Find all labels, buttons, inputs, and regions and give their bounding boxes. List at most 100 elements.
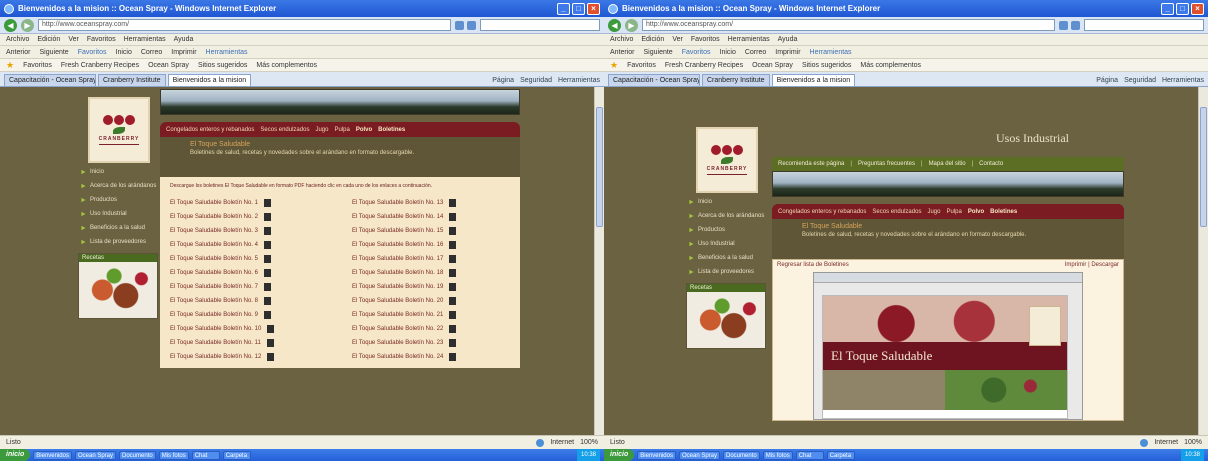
page-menu[interactable]: Página [1096, 77, 1118, 84]
recipes-box[interactable]: Recetas [686, 283, 766, 349]
tools-menu[interactable]: Herramientas [558, 77, 600, 84]
bulletin-link[interactable]: El Toque Saludable Boletín No. 12 [170, 350, 328, 364]
forward-button[interactable]: ▶ [625, 18, 638, 32]
fav-item[interactable]: Fresh Cranberry Recipes [665, 62, 743, 69]
toolbar-forward[interactable]: Siguiente [40, 49, 69, 56]
system-tray-clock[interactable]: 10:38 [576, 449, 600, 461]
taskbar-item[interactable]: Documento [723, 450, 760, 460]
pdf-icon[interactable] [263, 213, 271, 221]
sidebar-item-industrial[interactable]: ► Uso Industrial [686, 241, 768, 248]
toolbar-tools[interactable]: Herramientas [206, 49, 248, 56]
menu-pulp[interactable]: Pulpa [946, 209, 961, 215]
nav-contact[interactable]: Contacto [979, 161, 1003, 167]
scrollbar-thumb[interactable] [1200, 107, 1207, 227]
page-menu[interactable]: Página [492, 77, 514, 84]
taskbar-item[interactable]: Mis fotos [762, 450, 793, 460]
taskbar-item[interactable]: Mis fotos [158, 450, 189, 460]
nav-recommend[interactable]: Recomienda este página [778, 161, 844, 167]
fav-item[interactable]: Ocean Spray [752, 62, 793, 69]
sidebar-item-products[interactable]: ► Productos [686, 227, 768, 234]
menu-favorites[interactable]: Favoritos [87, 36, 116, 43]
site-logo[interactable]: CRANBERRY [696, 127, 758, 193]
toolbar-home[interactable]: Inicio [116, 49, 132, 56]
zoom-level[interactable]: 100% [580, 439, 598, 446]
site-logo[interactable]: CRANBERRY [88, 97, 150, 163]
tab-active[interactable]: Bienvenidos a la mision [771, 74, 856, 86]
menu-bulletins[interactable]: Boletines [990, 209, 1017, 215]
menu-help[interactable]: Ayuda [778, 36, 798, 43]
pdf-icon[interactable] [449, 199, 457, 207]
menu-bulletins[interactable]: Boletines [378, 127, 405, 133]
fav-item[interactable]: Más complementos [256, 62, 317, 69]
tab-active[interactable]: Bienvenidos a la mision [167, 74, 252, 86]
bulletin-link[interactable]: El Toque Saludable Boletín No. 10 [170, 322, 328, 336]
forward-button[interactable]: ▶ [21, 18, 34, 32]
menu-tools[interactable]: Herramientas [124, 36, 166, 43]
close-button[interactable]: × [587, 2, 600, 15]
minimize-button[interactable]: _ [1161, 2, 1174, 15]
pdf-icon[interactable] [449, 283, 457, 291]
recipes-box[interactable]: Recetas [78, 253, 158, 319]
bulletin-link[interactable]: El Toque Saludable Boletín No. 23 [352, 336, 510, 350]
sidebar-item-health[interactable]: ► Beneficios a la salud [686, 255, 768, 262]
toolbar-back[interactable]: Anterior [610, 49, 635, 56]
fav-item[interactable]: Sitios sugeridos [198, 62, 247, 69]
toolbar-forward[interactable]: Siguiente [644, 49, 673, 56]
zoom-level[interactable]: 100% [1184, 439, 1202, 446]
toolbar-back[interactable]: Anterior [6, 49, 31, 56]
maximize-button[interactable]: □ [1176, 2, 1189, 15]
sidebar-item-about[interactable]: ► Acerca de los arándanos [686, 213, 768, 220]
refresh-icon[interactable] [1059, 20, 1068, 30]
bulletin-link[interactable]: El Toque Saludable Boletín No. 24 [352, 350, 510, 364]
bulletin-link[interactable]: El Toque Saludable Boletín No. 9 [170, 308, 328, 322]
taskbar-item[interactable]: Ocean Spray [678, 450, 721, 460]
taskbar-item[interactable]: Bienvenidos [637, 450, 676, 460]
sidebar-item-products[interactable]: ► Productos [78, 197, 160, 204]
favorites-star-icon[interactable]: ★ [6, 60, 14, 71]
toolbar-favorites[interactable]: Favoritos [78, 49, 107, 56]
pdf-icon[interactable] [263, 255, 271, 263]
pdf-icon[interactable] [449, 241, 457, 249]
pdf-icon[interactable] [263, 283, 271, 291]
fav-item[interactable]: Ocean Spray [148, 62, 189, 69]
url-input[interactable]: http://www.oceanspray.com/ [642, 19, 1055, 31]
tools-menu[interactable]: Herramientas [1162, 77, 1204, 84]
toolbar-mail[interactable]: Correo [141, 49, 162, 56]
pdf-icon[interactable] [267, 325, 275, 333]
toolbar-mail[interactable]: Correo [745, 49, 766, 56]
pdf-icon[interactable] [449, 227, 457, 235]
menu-juice[interactable]: Jugo [315, 127, 328, 133]
vertical-scrollbar[interactable] [1198, 87, 1208, 435]
nav-sitemap[interactable]: Mapa del sitio [929, 161, 966, 167]
pdf-icon[interactable] [449, 325, 457, 333]
security-zone[interactable]: Internet [1154, 439, 1178, 446]
menu-pulp[interactable]: Pulpa [334, 127, 349, 133]
bulletin-link[interactable]: El Toque Saludable Boletín No. 8 [170, 294, 328, 308]
search-input[interactable] [480, 19, 600, 31]
bulletin-link[interactable]: El Toque Saludable Boletín No. 15 [352, 224, 510, 238]
back-button[interactable]: ◀ [608, 18, 621, 32]
menu-edit[interactable]: Edición [37, 36, 60, 43]
safety-menu[interactable]: Seguridad [1124, 77, 1156, 84]
bulletin-link[interactable]: El Toque Saludable Boletín No. 4 [170, 238, 328, 252]
bulletin-link[interactable]: El Toque Saludable Boletín No. 2 [170, 210, 328, 224]
pdf-icon[interactable] [449, 353, 457, 361]
menu-powder[interactable]: Polvo [356, 127, 372, 133]
taskbar-item[interactable]: Carpeta [222, 450, 251, 460]
pdf-icon[interactable] [267, 353, 275, 361]
menu-view[interactable]: Ver [68, 36, 79, 43]
minimize-button[interactable]: _ [557, 2, 570, 15]
taskbar-item[interactable]: Chat [795, 450, 824, 460]
bulletin-link[interactable]: El Toque Saludable Boletín No. 16 [352, 238, 510, 252]
bulletin-link[interactable]: El Toque Saludable Boletín No. 7 [170, 280, 328, 294]
pdf-icon[interactable] [449, 311, 457, 319]
menu-help[interactable]: Ayuda [174, 36, 194, 43]
bulletin-link[interactable]: El Toque Saludable Boletín No. 13 [352, 196, 510, 210]
pdf-icon[interactable] [263, 297, 271, 305]
pdf-icon[interactable] [263, 269, 271, 277]
menu-powder[interactable]: Polvo [968, 209, 984, 215]
menu-file[interactable]: Archivo [6, 36, 29, 43]
menu-frozen[interactable]: Congelados enteros y rebanados [778, 209, 866, 215]
toolbar-home[interactable]: Inicio [720, 49, 736, 56]
pdf-icon[interactable] [449, 339, 457, 347]
